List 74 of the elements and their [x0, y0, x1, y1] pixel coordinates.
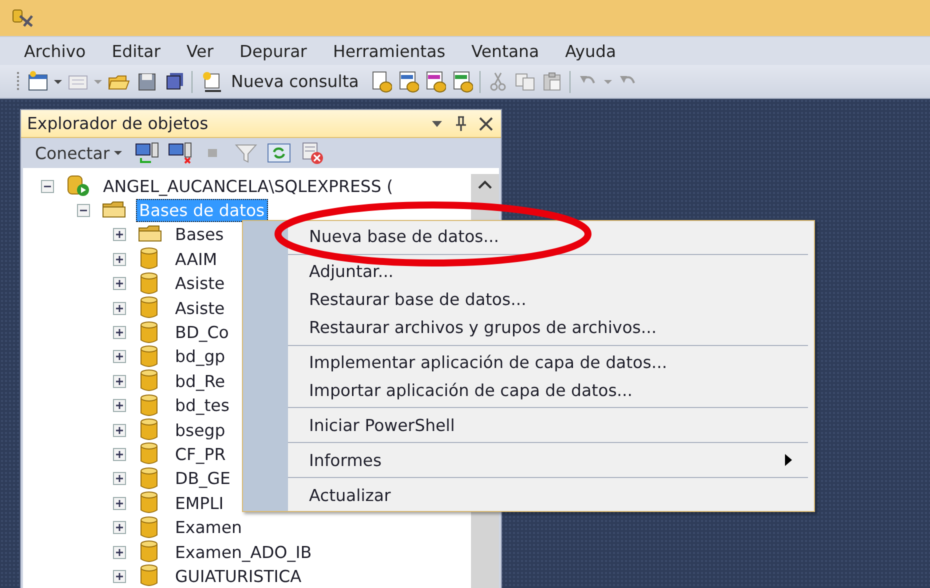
- collapse-icon[interactable]: [77, 204, 90, 218]
- tree-item[interactable]: Asiste: [172, 296, 228, 320]
- separator-icon: [478, 70, 482, 94]
- menu-item[interactable]: Ver: [186, 42, 214, 60]
- connect-button[interactable]: Conectar: [33, 144, 126, 162]
- menu-item[interactable]: Nueva base de datos...: [288, 223, 808, 251]
- tree-item[interactable]: Asiste: [172, 272, 228, 296]
- menu-item[interactable]: Ayuda: [565, 42, 616, 60]
- tree-item[interactable]: Examen_ADO_IB: [172, 540, 315, 564]
- dropdown-icon[interactable]: [431, 120, 443, 128]
- expand-icon[interactable]: [113, 350, 126, 364]
- expand-icon[interactable]: [113, 399, 126, 412]
- expand-icon[interactable]: [113, 472, 126, 486]
- tree-item[interactable]: Examen: [172, 516, 245, 540]
- script-error-icon[interactable]: [300, 141, 324, 165]
- collapse-icon[interactable]: [41, 180, 54, 193]
- tree-item[interactable]: GUIATURISTICA: [172, 564, 304, 588]
- new-query-button[interactable]: Nueva consulta: [199, 70, 365, 94]
- database-file-icon[interactable]: [424, 70, 446, 94]
- panel-title: Explorador de objetos: [27, 114, 210, 133]
- expand-icon[interactable]: [113, 496, 126, 510]
- tree-item[interactable]: bd_tes: [172, 394, 232, 418]
- scroll-up-icon[interactable]: [478, 180, 492, 189]
- expand-icon[interactable]: [113, 570, 126, 583]
- tree-item[interactable]: bsegp: [172, 418, 228, 442]
- database-file-icon[interactable]: [396, 70, 419, 94]
- server-icon: [66, 174, 90, 198]
- expand-icon[interactable]: [113, 546, 126, 559]
- menu-item[interactable]: Implementar aplicación de capa de datos...: [288, 348, 808, 376]
- window-icon[interactable]: [27, 70, 49, 94]
- submenu-arrow-icon: [785, 454, 792, 466]
- tree-item[interactable]: EMPLI: [172, 492, 227, 515]
- menu-item[interactable]: Restaurar base de datos...: [288, 286, 808, 314]
- disconnect-server-icon[interactable]: [168, 141, 192, 165]
- database-file-icon[interactable]: [450, 70, 473, 94]
- tree-item[interactable]: ANGEL_AUCANCELA\SQLEXPRESS (: [100, 174, 396, 198]
- menu-item[interactable]: Informes: [288, 446, 808, 474]
- paste-icon[interactable]: [540, 70, 563, 94]
- tree-item[interactable]: bd_Re: [172, 370, 228, 393]
- expand-icon[interactable]: [113, 302, 126, 315]
- tree-item[interactable]: AAIM: [172, 248, 220, 271]
- menu-item[interactable]: Actualizar: [288, 481, 808, 510]
- separator-icon: [568, 70, 572, 94]
- menu-item[interactable]: Ventana: [471, 42, 540, 60]
- menu-item[interactable]: Adjuntar...: [288, 258, 808, 286]
- menu-item[interactable]: Editar: [112, 42, 161, 60]
- connect-server-icon[interactable]: [134, 141, 159, 165]
- caret-icon[interactable]: [54, 80, 62, 84]
- expand-icon[interactable]: [113, 448, 126, 461]
- menu-item[interactable]: Importar aplicación de capa de datos...: [288, 376, 808, 404]
- expand-icon[interactable]: [113, 228, 126, 242]
- caret-icon: [114, 151, 122, 155]
- menu-item[interactable]: Depurar: [240, 42, 307, 60]
- separator-icon: [190, 70, 194, 94]
- tree-item[interactable]: DB_GE: [172, 467, 234, 490]
- menu-item[interactable]: Iniciar PowerShell: [288, 411, 808, 440]
- menu-item[interactable]: Restaurar archivos y grupos de archivos...: [288, 314, 808, 342]
- expand-icon[interactable]: [113, 424, 126, 437]
- menu-item[interactable]: Archivo: [24, 42, 86, 60]
- expand-icon[interactable]: [113, 326, 126, 340]
- refresh-icon[interactable]: [266, 141, 291, 165]
- pin-icon[interactable]: [455, 116, 467, 132]
- expand-icon[interactable]: [113, 277, 126, 290]
- menu-item[interactable]: Herramientas: [332, 42, 446, 60]
- expand-icon[interactable]: [113, 521, 126, 534]
- close-icon[interactable]: [479, 116, 493, 130]
- expand-icon[interactable]: [113, 374, 126, 388]
- app-icon: [12, 8, 34, 28]
- database-file-icon[interactable]: [370, 70, 392, 94]
- expand-icon[interactable]: [113, 252, 126, 266]
- tree-item[interactable]: bd_gp: [172, 345, 228, 368]
- tree-item[interactable]: Bases: [172, 223, 227, 246]
- tree-item[interactable]: CF_PR: [172, 442, 229, 466]
- tree-item[interactable]: BD_Co: [172, 321, 232, 344]
